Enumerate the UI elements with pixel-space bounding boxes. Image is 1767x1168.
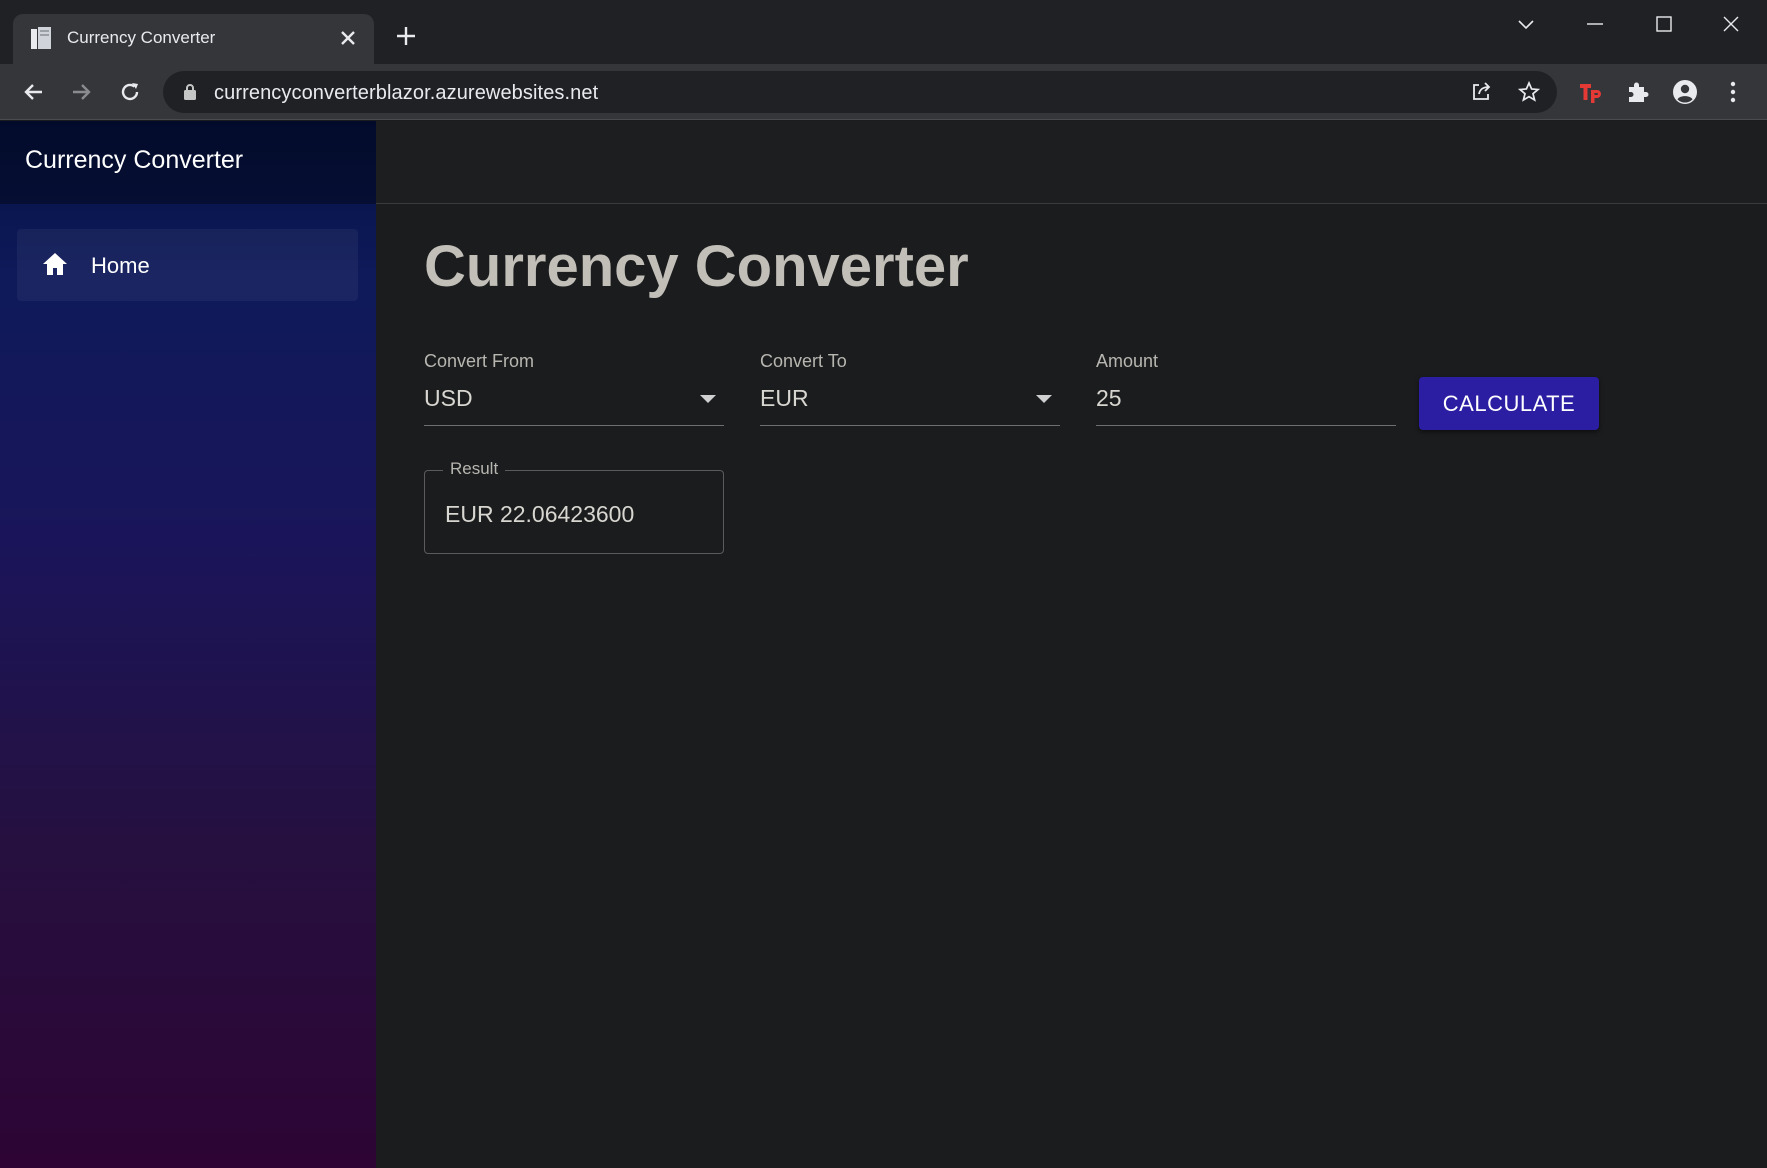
tab-title: Currency Converter	[67, 28, 216, 47]
amount-input[interactable]: 25	[1096, 385, 1122, 412]
main-content: Currency Converter Convert From USD Conv…	[376, 121, 1767, 1168]
tab-search-chevron-icon[interactable]	[1503, 10, 1549, 40]
amount-label: Amount	[1096, 351, 1159, 371]
extensions-puzzle-icon[interactable]	[1624, 78, 1652, 106]
page-title: Currency Converter	[424, 234, 969, 299]
dropdown-arrow-icon[interactable]	[700, 395, 716, 403]
sidebar-item-home[interactable]: Home	[17, 229, 358, 301]
lock-icon[interactable]	[183, 83, 197, 101]
page-favicon-icon	[31, 27, 51, 49]
bookmark-star-icon[interactable]	[1517, 80, 1541, 104]
dropdown-arrow-icon[interactable]	[1036, 395, 1052, 403]
calculate-button[interactable]: CALCULATE	[1419, 377, 1599, 430]
browser-titlebar: Currency Converter	[0, 0, 1767, 64]
close-window-icon[interactable]	[1708, 10, 1754, 40]
minimize-icon[interactable]	[1572, 10, 1618, 40]
share-icon[interactable]	[1469, 80, 1493, 104]
result-label: Result	[443, 459, 506, 479]
browser-toolbar: currencyconverterblazor.azurewebsites.ne…	[0, 64, 1767, 120]
profile-avatar-icon[interactable]	[1671, 78, 1699, 106]
reload-icon[interactable]	[116, 78, 144, 106]
sidebar: Currency Converter Home	[0, 121, 376, 1168]
app-topbar	[376, 121, 1767, 204]
result-box: Result EUR 22.06423600	[424, 459, 724, 554]
convert-to-select[interactable]: Convert To EUR	[760, 351, 1060, 426]
extension-tp-icon[interactable]	[1577, 78, 1605, 106]
browser-menu-icon[interactable]	[1719, 78, 1747, 106]
amount-field[interactable]: Amount 25	[1096, 351, 1396, 426]
back-icon[interactable]	[20, 78, 48, 106]
brand-title[interactable]: Currency Converter	[25, 146, 243, 175]
sidebar-item-label: Home	[91, 253, 150, 278]
app-root: Currency Converter Home Currency Convert…	[0, 121, 1767, 1168]
forward-icon[interactable]	[67, 78, 95, 106]
result-value: EUR 22.06423600	[445, 501, 635, 527]
new-tab-icon[interactable]	[394, 24, 418, 48]
close-tab-icon[interactable]	[336, 26, 360, 50]
convert-from-value[interactable]: USD	[424, 385, 473, 412]
home-icon	[43, 253, 67, 275]
convert-from-label: Convert From	[424, 351, 535, 371]
convert-to-label: Convert To	[760, 351, 847, 371]
address-bar[interactable]: currencyconverterblazor.azurewebsites.ne…	[163, 71, 1557, 113]
url-text[interactable]: currencyconverterblazor.azurewebsites.ne…	[214, 82, 598, 105]
sidebar-header: Currency Converter	[0, 121, 376, 204]
convert-to-value[interactable]: EUR	[760, 385, 809, 412]
browser-tab[interactable]: Currency Converter	[13, 14, 374, 64]
maximize-icon[interactable]	[1640, 10, 1686, 40]
convert-from-select[interactable]: Convert From USD	[424, 351, 724, 426]
